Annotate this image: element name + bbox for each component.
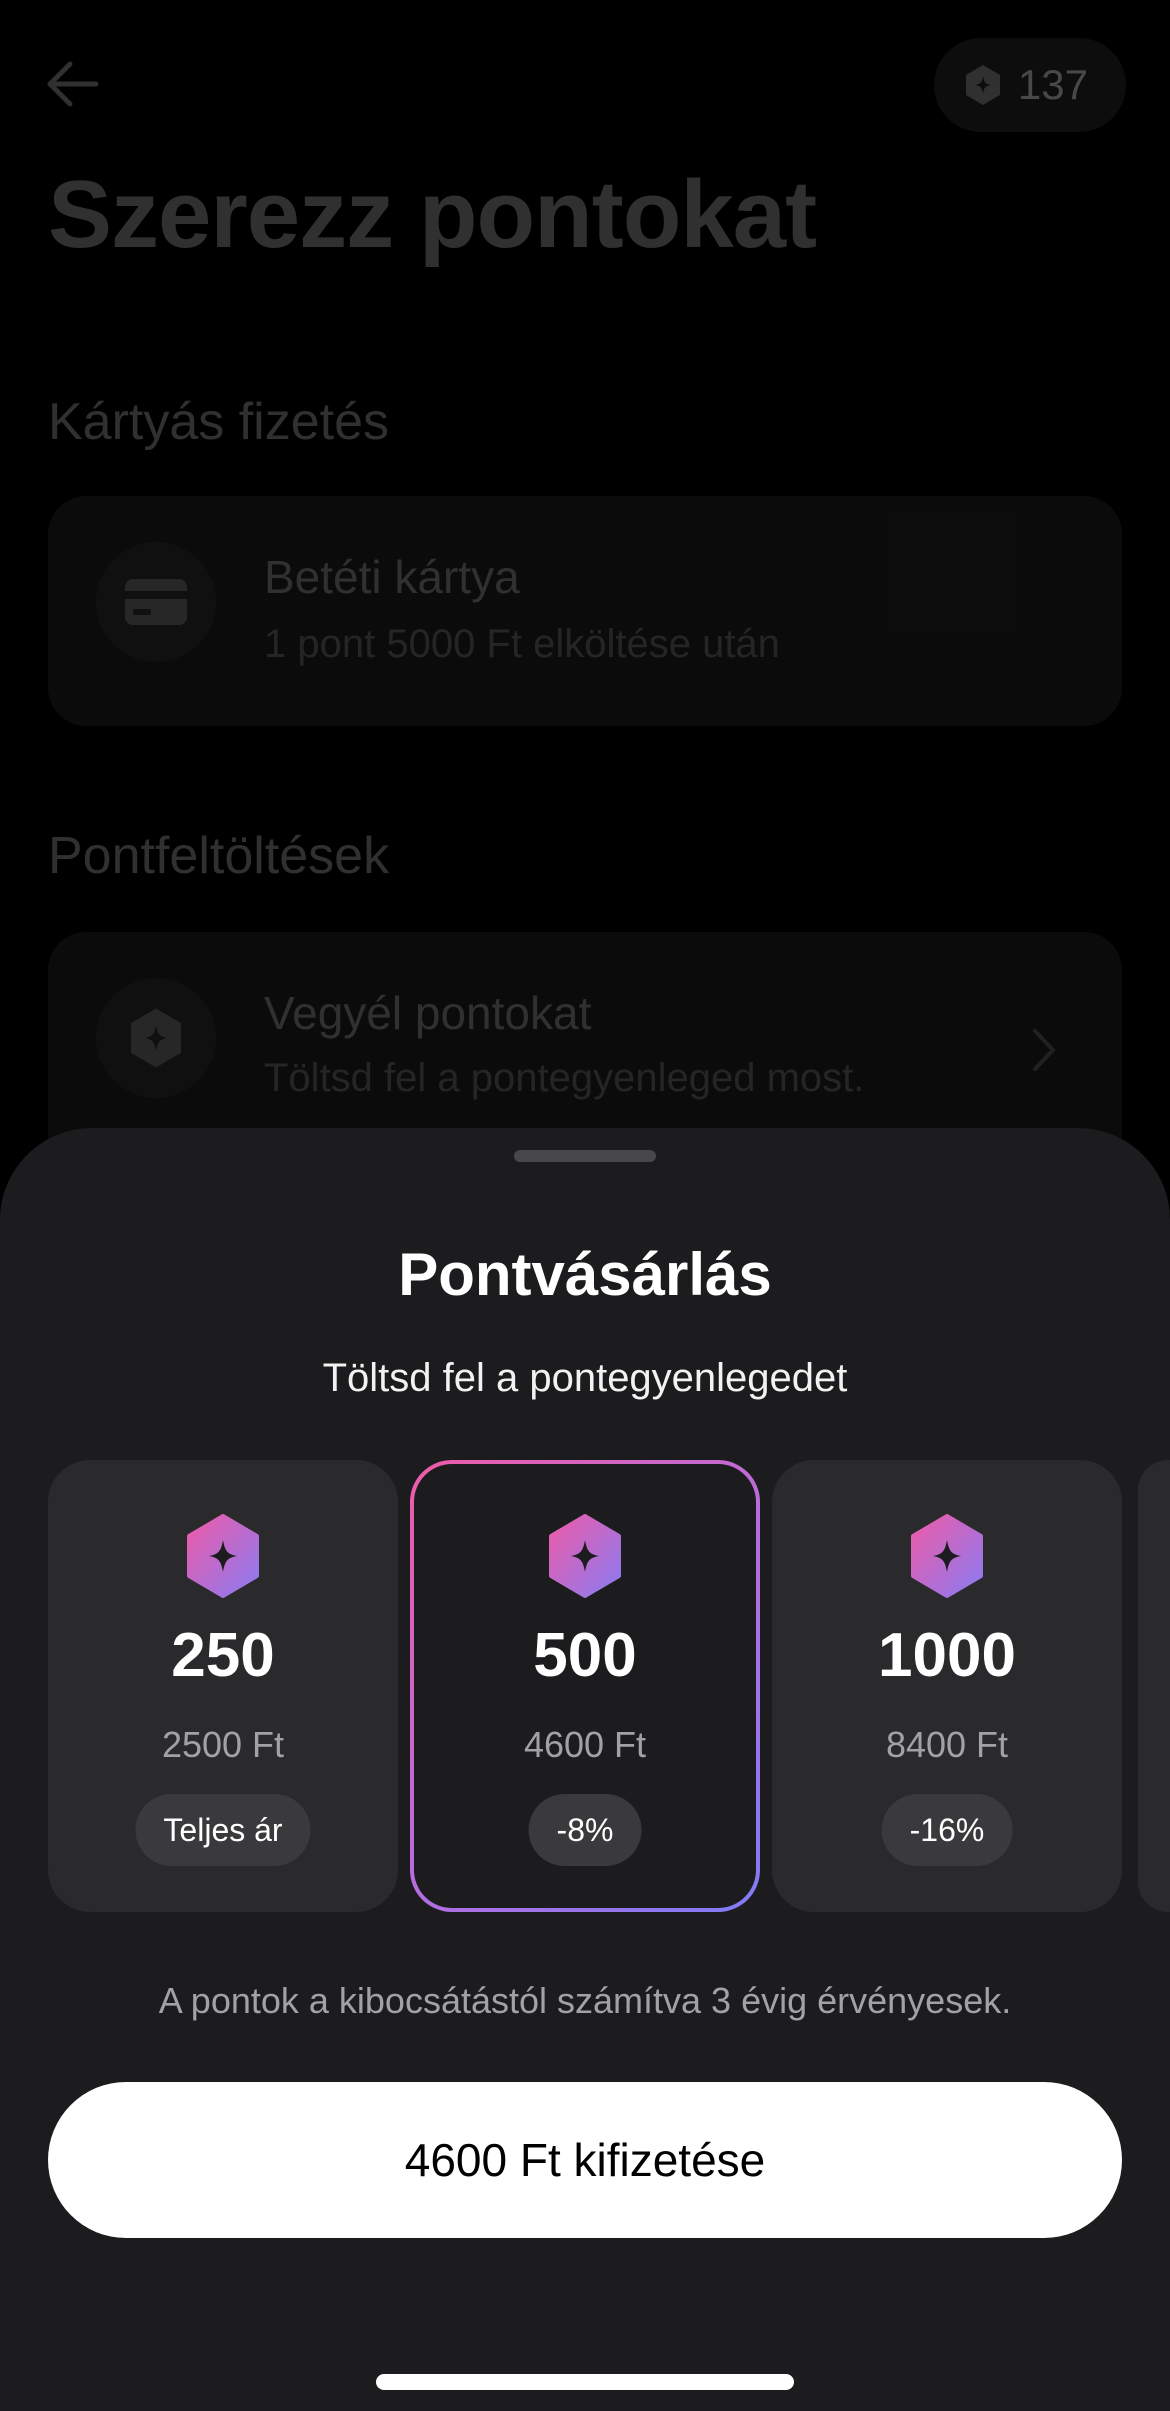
points-pack-next-peek[interactable]: [1138, 1460, 1170, 1912]
pay-button[interactable]: 4600 Ft kifizetése: [48, 2082, 1122, 2238]
pack-badge: Teljes ár: [135, 1794, 311, 1866]
home-indicator[interactable]: [376, 2374, 794, 2390]
pack-amount: 500: [533, 1621, 637, 1690]
pack-price: 2500 Ft: [161, 1724, 285, 1765]
validity-note: A pontok a kibocsátástól számítva 3 évig…: [158, 1980, 1012, 2021]
sheet-title: Pontvásárlás: [398, 1241, 772, 1308]
pack-price: 8400 Ft: [885, 1724, 1009, 1765]
points-hexagon-icon: [911, 1514, 983, 1598]
sheet-subtitle: Töltsd fel a pontegyenlegedet: [322, 1356, 848, 1400]
buy-points-sheet: Pontvásárlás Töltsd fel a pontegyenleged…: [0, 1128, 1170, 2411]
points-pack-1000[interactable]: 1000 8400 Ft -16%: [772, 1460, 1122, 1912]
pack-price: 4600 Ft: [523, 1724, 647, 1765]
pack-inner: 500 4600 Ft -8%: [414, 1464, 756, 1908]
pack-badge: -16%: [881, 1794, 1013, 1866]
points-hexagon-icon: [187, 1514, 259, 1598]
pack-amount: 250: [171, 1621, 275, 1690]
points-hexagon-icon: [549, 1514, 621, 1598]
points-pack-500-selected[interactable]: 500 4600 Ft -8%: [410, 1460, 760, 1912]
points-pack-250[interactable]: 250 2500 Ft Teljes ár: [48, 1460, 398, 1912]
sheet-grabber[interactable]: [514, 1150, 656, 1162]
pack-badge: -8%: [528, 1794, 642, 1866]
pack-amount: 1000: [878, 1621, 1016, 1690]
